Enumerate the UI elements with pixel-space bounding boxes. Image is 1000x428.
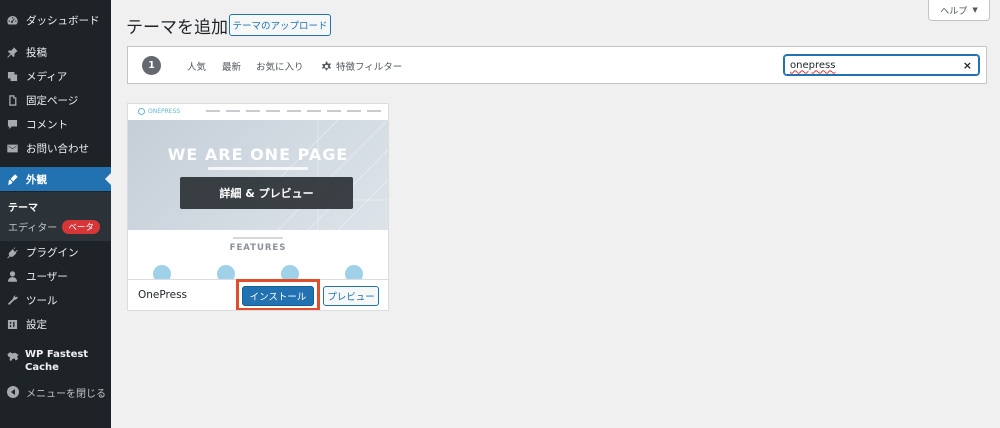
collapse-menu-button[interactable]: メニューを閉じる [0,382,111,402]
page-icon [6,94,19,107]
theme-search-input[interactable]: onepress × [784,55,979,75]
theme-filter-bar: 1 人気 最新 お気に入り 特徴フィルター onepress × [127,46,987,84]
theme-count-badge: 1 [142,56,161,75]
cheetah-icon [6,350,20,367]
menu-users[interactable]: ユーザー [0,264,111,288]
screenshot-logo: ONEPRESS [138,108,180,115]
tab-popular[interactable]: 人気 [187,59,206,73]
admin-sidebar: ダッシュボード 投稿 メディア 固定ページ コメント お問い合わせ 外観 テーマ… [0,0,111,428]
submenu-themes[interactable]: テーマ [8,199,38,214]
screenshot-hero: WE ARE ONE PAGE [128,120,388,230]
menu-pages[interactable]: 固定ページ [0,88,111,112]
help-tab-button[interactable]: ヘルプ ▼ [928,0,990,21]
menu-appearance[interactable]: 外観 [0,167,111,191]
user-icon [6,270,19,283]
menu-tools[interactable]: ツール [0,288,111,312]
menu-contact[interactable]: お問い合わせ [0,136,111,160]
appearance-submenu: テーマ エディター ベータ [0,192,111,241]
theme-screenshot[interactable]: ONEPRESS WE ARE ONE PAGE 詳細 & プレビュー FEAT… [128,104,388,279]
active-indicator [105,173,111,185]
screenshot-hero-title: WE ARE ONE PAGE [167,145,349,164]
pin-icon [6,46,19,59]
media-icon [6,70,19,83]
wrench-icon [6,294,19,307]
menu-media[interactable]: メディア [0,64,111,88]
settings-icon [6,318,19,331]
screenshot-navbar: ONEPRESS [128,104,388,120]
page-title: テーマを追加 [126,18,228,38]
gear-icon [322,61,331,70]
screenshot-features-title: FEATURES [229,243,287,253]
menu-posts[interactable]: 投稿 [0,40,111,64]
clear-search-icon[interactable]: × [963,59,972,72]
menu-comments[interactable]: コメント [0,112,111,136]
tab-latest[interactable]: 最新 [222,59,241,73]
tab-favorites[interactable]: お気に入り [256,59,304,73]
plugin-icon [6,246,19,259]
caret-down-icon: ▼ [972,6,978,14]
dashboard-icon [6,14,19,27]
install-button[interactable]: インストール [242,286,314,306]
menu-dashboard[interactable]: ダッシュボード [0,8,111,32]
brush-icon [6,173,19,186]
preview-button[interactable]: プレビュー [323,286,379,306]
theme-card-onepress[interactable]: ONEPRESS WE ARE ONE PAGE 詳細 & プレビュー FEAT… [127,103,389,311]
theme-name: OnePress [138,289,188,301]
theme-card-footer: OnePress インストール プレビュー [128,279,388,310]
mail-icon [6,142,19,155]
menu-plugins[interactable]: プラグイン [0,240,111,264]
beta-badge: ベータ [62,219,100,234]
submenu-editor[interactable]: エディター ベータ [8,219,100,234]
details-preview-overlay[interactable]: 詳細 & プレビュー [180,177,353,209]
menu-settings[interactable]: 設定 [0,312,111,336]
upload-theme-button[interactable]: テーマのアップロード [229,14,331,36]
feature-filter-button[interactable]: 特徴フィルター [321,59,402,73]
comment-icon [6,118,19,131]
collapse-arrow-icon [7,386,19,398]
